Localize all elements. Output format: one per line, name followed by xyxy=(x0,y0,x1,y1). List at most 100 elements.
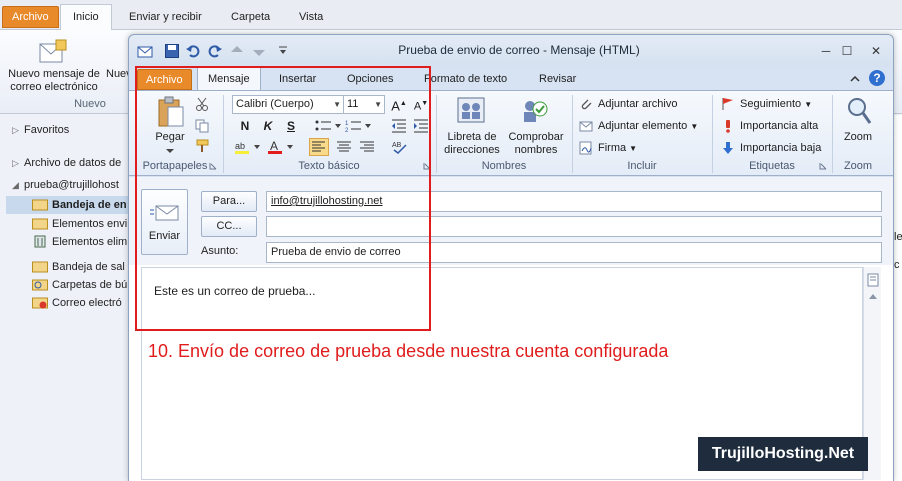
tab-carpeta[interactable]: Carpeta xyxy=(222,7,279,29)
group-label-portapapeles: Portapapeles xyxy=(142,160,208,172)
nav-folder-junk[interactable]: Correo electró xyxy=(0,294,130,312)
tab-archivo[interactable]: Archivo xyxy=(2,6,59,28)
dropdown-arrow-icon[interactable] xyxy=(165,147,175,155)
attach-item-button[interactable]: Adjuntar elemento ▼ xyxy=(579,116,698,136)
chevron-down-icon[interactable]: ▼ xyxy=(374,96,382,113)
subject-field[interactable]: Prueba de envio de correo xyxy=(266,242,882,263)
numbering-icon[interactable]: 12 xyxy=(345,119,373,133)
tab-formato-de-texto[interactable]: Formato de texto xyxy=(416,69,515,90)
tab-insertar[interactable]: Insertar xyxy=(271,69,324,90)
italic-button[interactable]: K xyxy=(258,117,278,135)
chevron-down-icon[interactable]: ▼ xyxy=(804,100,812,109)
paste-button[interactable]: Pegar xyxy=(147,131,193,144)
nav-data-file[interactable]: ▷ Archivo de datos de xyxy=(0,154,130,172)
increase-indent-icon[interactable] xyxy=(413,119,429,133)
close-button[interactable]: ✕ xyxy=(863,41,889,61)
address-book-icon[interactable] xyxy=(455,95,487,127)
to-recipient[interactable]: info@trujillohosting.net xyxy=(271,195,382,207)
customize-toolbar-icon[interactable] xyxy=(275,43,291,59)
compose-area: Enviar Para... CC... Asunto: info@trujil… xyxy=(129,177,893,481)
group-separator xyxy=(572,95,573,173)
chevron-down-icon[interactable]: ▼ xyxy=(333,96,341,113)
font-name-combo[interactable]: Calibri (Cuerpo) ▼ xyxy=(232,95,344,114)
nav-folder-inbox[interactable]: Bandeja de en xyxy=(6,196,130,214)
font-size-combo[interactable]: 11 ▼ xyxy=(343,95,385,114)
outlook-app-icon[interactable] xyxy=(137,43,153,59)
next-item-icon[interactable] xyxy=(251,43,267,59)
nav-folder-deleted[interactable]: Elementos elim xyxy=(0,233,130,251)
highlight-color-icon[interactable]: ab xyxy=(234,139,262,155)
new-mail-icon[interactable] xyxy=(38,38,68,66)
save-icon[interactable] xyxy=(164,43,180,59)
nav-folder-search[interactable]: Carpetas de bú xyxy=(0,276,130,294)
watermark-logo: TrujilloHosting.Net xyxy=(698,437,868,471)
check-names-icon[interactable] xyxy=(518,95,550,127)
spelling-icon[interactable]: AB xyxy=(391,139,409,155)
align-right-icon[interactable] xyxy=(357,138,377,156)
cut-icon[interactable] xyxy=(195,97,209,111)
format-painter-icon[interactable] xyxy=(195,139,211,153)
shrink-font-icon[interactable]: A▼ xyxy=(411,95,431,113)
low-importance-button[interactable]: Importancia baja xyxy=(721,138,821,158)
tab-inicio[interactable]: Inicio xyxy=(60,4,112,31)
decrease-indent-icon[interactable] xyxy=(391,119,407,133)
tab-revisar[interactable]: Revisar xyxy=(531,69,584,90)
cc-field[interactable] xyxy=(266,216,882,237)
collapse-ribbon-icon[interactable] xyxy=(849,73,861,85)
nav-folder-sent[interactable]: Elementos envi xyxy=(0,215,130,233)
cc-button[interactable]: CC... xyxy=(201,216,257,237)
signature-button[interactable]: Firma ▼ xyxy=(579,138,637,158)
previous-item-icon[interactable] xyxy=(229,43,245,59)
to-field[interactable]: info@trujillohosting.net xyxy=(266,191,882,212)
tab-vista[interactable]: Vista xyxy=(290,7,332,29)
address-book-button[interactable]: Libreta de direcciones xyxy=(441,131,503,157)
scroll-options-icon[interactable] xyxy=(867,273,879,287)
send-button[interactable]: Enviar xyxy=(141,189,188,255)
check-names-button[interactable]: Comprobar nombres xyxy=(505,131,567,157)
tab-enviar-y-recibir[interactable]: Enviar y recibir xyxy=(120,7,211,29)
dialog-launcher-icon[interactable] xyxy=(423,162,431,170)
to-button[interactable]: Para... xyxy=(201,191,257,212)
new-items-button[interactable]: Nuevos elem xyxy=(106,68,130,81)
group-label-texto-basico: Texto básico xyxy=(298,160,360,172)
font-color-icon[interactable]: A xyxy=(267,139,295,155)
chevron-down-icon[interactable]: ▼ xyxy=(690,122,698,131)
zoom-button[interactable]: Zoom xyxy=(835,131,881,144)
bold-button[interactable]: N xyxy=(235,117,255,135)
group-label-etiquetas: Etiquetas xyxy=(749,160,795,172)
group-separator xyxy=(223,95,224,173)
tab-opciones[interactable]: Opciones xyxy=(339,69,401,90)
redo-icon[interactable] xyxy=(207,43,223,59)
expand-arrow-icon[interactable]: ▷ xyxy=(12,154,19,172)
dialog-launcher-icon[interactable] xyxy=(819,162,827,170)
maximize-button[interactable]: ☐ xyxy=(834,41,860,61)
underline-button[interactable]: S xyxy=(281,117,301,135)
follow-up-button[interactable]: Seguimiento ▼ xyxy=(721,94,812,114)
help-icon[interactable]: ? xyxy=(868,69,886,87)
bullets-icon[interactable] xyxy=(315,119,343,133)
message-body-text[interactable]: Este es un correo de prueba... xyxy=(154,284,315,298)
paste-icon[interactable] xyxy=(156,95,186,129)
align-left-icon[interactable] xyxy=(309,138,329,156)
junk-mail-icon xyxy=(32,297,48,309)
nav-favorites[interactable]: ▷ Favoritos xyxy=(0,121,130,139)
collapse-arrow-icon[interactable]: ◢ xyxy=(12,176,19,194)
grow-font-icon[interactable]: A▲ xyxy=(389,95,409,113)
nav-account[interactable]: ◢ prueba@trujillohost xyxy=(0,176,130,194)
high-importance-icon xyxy=(726,120,730,133)
dialog-launcher-icon[interactable] xyxy=(209,162,217,170)
expand-arrow-icon[interactable]: ▷ xyxy=(12,121,19,139)
scroll-up-icon[interactable] xyxy=(867,291,879,303)
message-header: Enviar Para... CC... Asunto: info@trujil… xyxy=(129,177,893,265)
align-center-icon[interactable] xyxy=(334,138,354,156)
attach-file-button[interactable]: Adjuntar archivo xyxy=(579,94,678,114)
new-mail-button[interactable]: Nuevo mensaje de correo electrónico xyxy=(4,68,104,94)
tab-mensaje[interactable]: Mensaje xyxy=(197,67,261,91)
zoom-icon[interactable] xyxy=(845,95,873,127)
copy-icon[interactable] xyxy=(195,119,209,133)
nav-folder-outbox[interactable]: Bandeja de sal xyxy=(0,258,130,276)
undo-icon[interactable] xyxy=(185,43,201,59)
high-importance-button[interactable]: Importancia alta xyxy=(721,116,818,136)
chevron-down-icon[interactable]: ▼ xyxy=(629,144,637,153)
tab-archivo[interactable]: Archivo xyxy=(137,69,192,90)
